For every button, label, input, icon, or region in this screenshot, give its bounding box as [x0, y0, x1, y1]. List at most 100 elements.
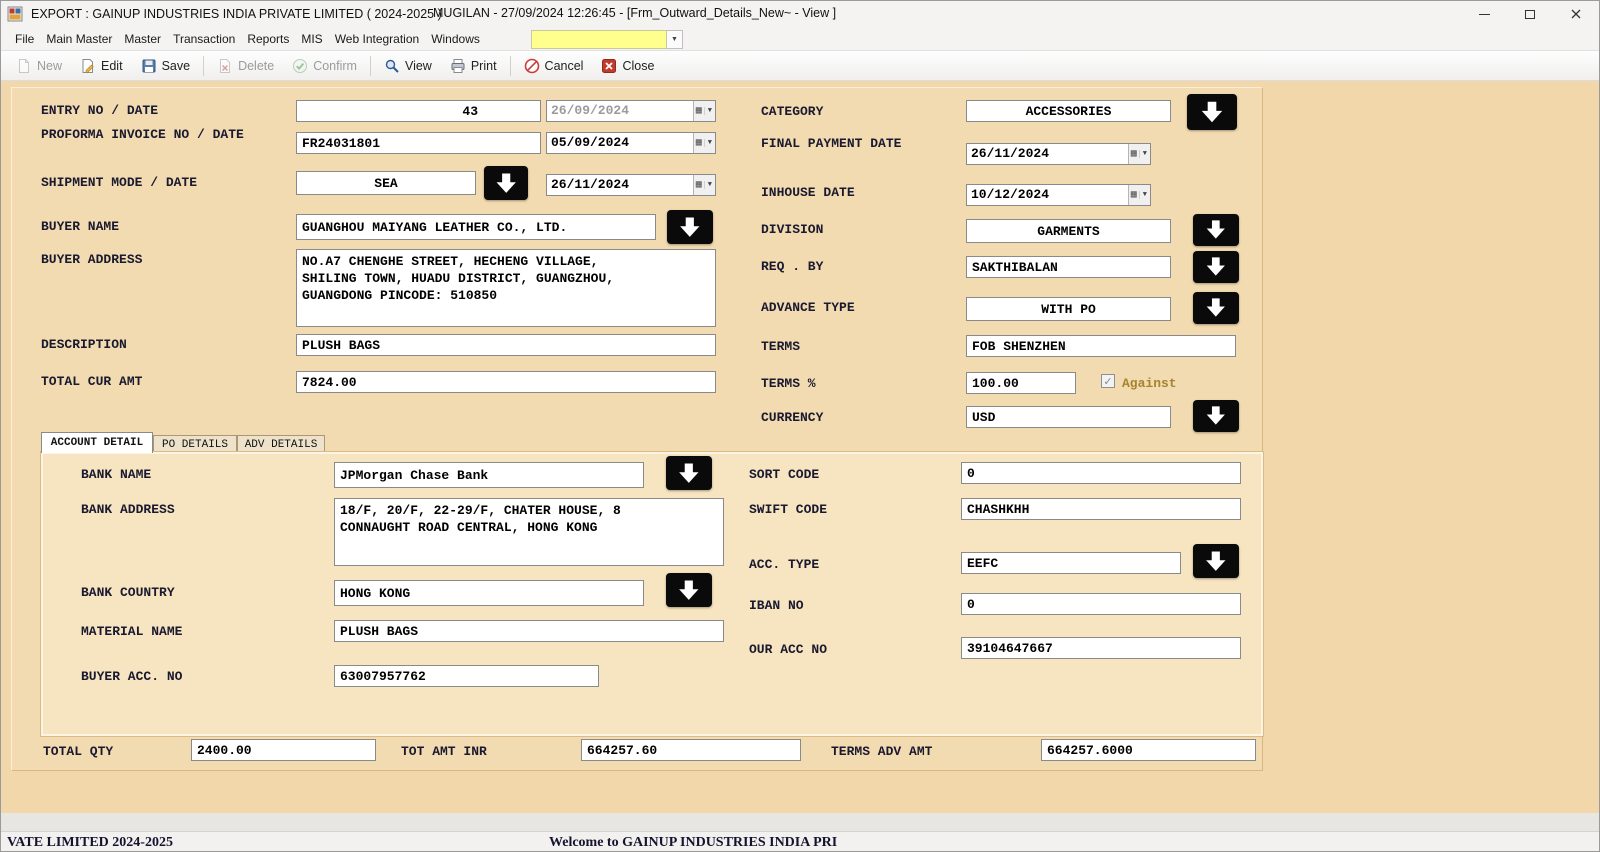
material-name-label: MATERIAL NAME [81, 624, 182, 639]
calendar-icon[interactable]: ▦ [1129, 189, 1139, 201]
final-payment-date-label: FINAL PAYMENT DATE [761, 135, 911, 152]
calendar-icon[interactable]: ▦ [1129, 148, 1139, 160]
combo-dropdown-icon[interactable]: ▼ [667, 30, 683, 49]
form-client-area: ENTRY NO / DATE 26/09/2024 ▦▼ PROFORMA I… [1, 81, 1600, 813]
dropdown-icon[interactable]: ▼ [1139, 191, 1150, 199]
close-window-button[interactable] [1553, 1, 1599, 27]
tot-amt-inr-input[interactable] [581, 739, 801, 761]
acc-type-input[interactable] [961, 552, 1181, 574]
cancel-button-label: Cancel [545, 59, 584, 73]
down-arrow-icon [493, 171, 519, 195]
delete-button[interactable]: Delete [208, 54, 283, 78]
checkmark-icon: ✓ [1103, 375, 1112, 388]
window-title: EXPORT : GAINUP INDUSTRIES INDIA PRIVATE… [31, 7, 442, 21]
entry-no-input[interactable] [296, 100, 541, 122]
entry-date-field[interactable]: 26/09/2024 ▦▼ [546, 100, 716, 122]
menu-windows[interactable]: Windows [425, 28, 486, 50]
buyer-acc-no-input[interactable] [334, 665, 599, 687]
calendar-icon[interactable]: ▦ [694, 179, 704, 191]
total-qty-input[interactable] [191, 739, 376, 761]
cancel-button[interactable]: Cancel [515, 54, 593, 78]
confirm-button[interactable]: Confirm [283, 54, 366, 78]
down-arrow-icon [675, 461, 703, 485]
bank-country-input[interactable] [334, 580, 644, 606]
shipment-date-field[interactable]: 26/11/2024 ▦▼ [546, 174, 716, 196]
shipment-mode-dropdown-button[interactable] [484, 166, 528, 200]
calendar-icon[interactable]: ▦ [694, 105, 704, 117]
minimize-button[interactable] [1461, 1, 1507, 27]
cancel-icon [524, 58, 540, 74]
menu-transaction[interactable]: Transaction [167, 28, 241, 50]
edit-button[interactable]: Edit [71, 54, 132, 78]
quick-search-input[interactable] [531, 30, 667, 49]
menu-reports[interactable]: Reports [241, 28, 295, 50]
close-button[interactable]: Close [592, 54, 663, 78]
proforma-date-field[interactable]: 05/09/2024 ▦▼ [546, 132, 716, 154]
dropdown-icon[interactable]: ▼ [704, 107, 715, 115]
bank-address-input[interactable]: 18/F, 20/F, 22-29/F, CHATER HOUSE, 8 CON… [334, 498, 724, 566]
division-dropdown-button[interactable] [1193, 214, 1239, 246]
down-arrow-icon [676, 215, 704, 239]
status-company-text: VATE LIMITED 2024-2025 [7, 835, 173, 851]
dropdown-icon[interactable]: ▼ [704, 139, 715, 147]
view-button[interactable]: View [375, 54, 441, 78]
inhouse-date-field[interactable]: 10/12/2024 ▦▼ [966, 184, 1151, 206]
terms-adv-amt-input[interactable] [1041, 739, 1256, 761]
inhouse-date-label: INHOUSE DATE [761, 185, 855, 200]
category-input[interactable] [966, 100, 1171, 122]
terms-pct-input[interactable] [966, 372, 1076, 394]
against-checkbox[interactable]: ✓ [1101, 374, 1115, 388]
material-name-input[interactable] [334, 620, 724, 642]
delete-button-label: Delete [238, 59, 274, 73]
currency-input[interactable] [966, 406, 1171, 428]
swift-code-input[interactable] [961, 498, 1241, 520]
maximize-icon [1525, 10, 1535, 19]
menu-main-master[interactable]: Main Master [40, 28, 118, 50]
buyer-address-input[interactable]: NO.A7 CHENGHE STREET, HECHENG VILLAGE, S… [296, 249, 716, 327]
menu-web-integration[interactable]: Web Integration [329, 28, 426, 50]
bank-country-dropdown-button[interactable] [666, 573, 712, 607]
menu-master[interactable]: Master [118, 28, 167, 50]
final-payment-date-field[interactable]: 26/11/2024 ▦▼ [966, 143, 1151, 165]
close-form-icon [601, 58, 617, 74]
advance-type-dropdown-button[interactable] [1193, 292, 1239, 324]
tab-po-details[interactable]: PO DETAILS [153, 435, 237, 453]
bank-address-label: BANK ADDRESS [81, 502, 175, 517]
acc-type-dropdown-button[interactable] [1193, 544, 1239, 578]
iban-no-input[interactable] [961, 593, 1241, 615]
menu-file[interactable]: File [9, 28, 40, 50]
shipment-mode-input[interactable] [296, 171, 476, 195]
bank-name-input[interactable] [334, 462, 644, 488]
description-input[interactable] [296, 334, 716, 356]
dropdown-icon[interactable]: ▼ [1139, 150, 1150, 158]
shipment-date-value: 26/11/2024 [547, 175, 693, 195]
total-cur-amt-input[interactable] [296, 371, 716, 393]
division-label: DIVISION [761, 222, 823, 237]
new-document-icon [16, 58, 32, 74]
calendar-icon[interactable]: ▦ [694, 137, 704, 149]
advance-type-input[interactable] [966, 297, 1171, 321]
dropdown-icon[interactable]: ▼ [704, 181, 715, 189]
save-button[interactable]: Save [132, 54, 200, 78]
our-acc-no-input[interactable] [961, 637, 1241, 659]
category-dropdown-button[interactable] [1187, 94, 1237, 130]
buyer-name-dropdown-button[interactable] [667, 210, 713, 244]
sort-code-input[interactable] [961, 462, 1241, 484]
title-bar: EXPORT : GAINUP INDUSTRIES INDIA PRIVATE… [1, 1, 1599, 27]
bank-name-dropdown-button[interactable] [666, 456, 712, 490]
tab-account-detail[interactable]: ACCOUNT DETAIL [41, 432, 153, 453]
new-button[interactable]: New [7, 54, 71, 78]
currency-dropdown-button[interactable] [1193, 400, 1239, 432]
division-input[interactable] [966, 219, 1171, 243]
terms-input[interactable] [966, 335, 1236, 357]
proforma-invoice-input[interactable] [296, 132, 541, 154]
tab-adv-details[interactable]: ADV DETAILS [237, 435, 325, 453]
acc-type-label: ACC. TYPE [749, 557, 819, 572]
buyer-name-input[interactable] [296, 214, 656, 240]
edit-icon [80, 58, 96, 74]
print-button[interactable]: Print [441, 54, 506, 78]
maximize-button[interactable] [1507, 1, 1553, 27]
req-by-dropdown-button[interactable] [1193, 251, 1239, 283]
menu-mis[interactable]: MIS [295, 28, 328, 50]
req-by-input[interactable] [966, 256, 1171, 278]
